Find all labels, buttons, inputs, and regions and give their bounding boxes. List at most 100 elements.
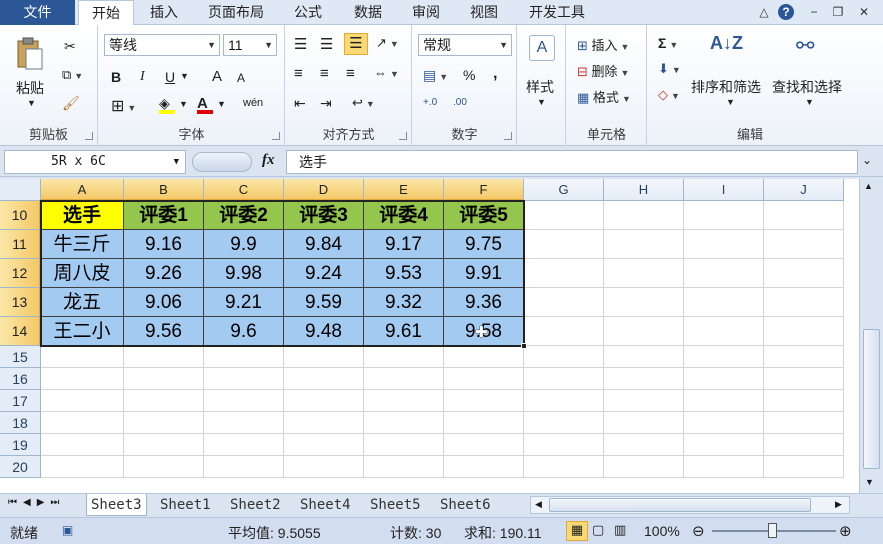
increase-decimal-icon[interactable]: +.0 <box>423 97 437 108</box>
empty-cell[interactable] <box>604 317 684 346</box>
empty-cell[interactable] <box>284 434 364 456</box>
shrink-font-button[interactable]: A <box>237 71 245 85</box>
restore-icon[interactable]: ❐ <box>830 4 846 20</box>
score-cell[interactable]: 9.59 <box>284 288 364 317</box>
empty-cell[interactable] <box>604 390 684 412</box>
styles-icon[interactable]: A <box>529 35 555 61</box>
column-header-h[interactable]: H <box>604 179 684 201</box>
chevron-down-icon[interactable]: ▼ <box>264 35 273 55</box>
empty-cell[interactable] <box>41 390 124 412</box>
tab-page-layout[interactable]: 页面布局 <box>196 0 276 25</box>
empty-cell[interactable] <box>604 456 684 478</box>
tab-formulas[interactable]: 公式 <box>284 0 332 25</box>
empty-cell[interactable] <box>524 259 604 288</box>
empty-cell[interactable] <box>684 346 764 368</box>
sort-filter-icon[interactable]: A↓Z <box>710 33 743 54</box>
format-cells-button[interactable]: ▦ 格式 ▼ <box>577 87 631 106</box>
column-header-i[interactable]: I <box>684 179 764 201</box>
row-header-12[interactable]: 12 <box>0 259 41 288</box>
empty-cell[interactable] <box>444 390 524 412</box>
score-cell[interactable]: 9.53 <box>364 259 444 288</box>
row-header-17[interactable]: 17 <box>0 390 41 412</box>
orientation-icon[interactable]: ↗ ▼ <box>376 35 399 51</box>
sheet-tab-sheet5[interactable]: Sheet5 <box>366 494 425 516</box>
table-header-cell[interactable]: 评委2 <box>204 201 284 230</box>
clear-icon[interactable]: ◇ ▼ <box>658 87 680 103</box>
sheet-tab-sheet2[interactable]: Sheet2 <box>226 494 285 516</box>
empty-cell[interactable] <box>364 412 444 434</box>
empty-cell[interactable] <box>684 456 764 478</box>
table-header-cell[interactable]: 选手 <box>41 201 124 230</box>
score-cell[interactable]: 9.84 <box>284 230 364 259</box>
row-header-15[interactable]: 15 <box>0 346 41 368</box>
fill-handle[interactable] <box>521 343 527 349</box>
empty-cell[interactable] <box>684 259 764 288</box>
empty-cell[interactable] <box>684 434 764 456</box>
empty-cell[interactable] <box>524 288 604 317</box>
column-header-g[interactable]: G <box>524 179 604 201</box>
borders-icon[interactable]: ⊞ ▼ <box>111 96 136 116</box>
empty-cell[interactable] <box>764 456 844 478</box>
empty-cell[interactable] <box>124 456 204 478</box>
empty-cell[interactable] <box>524 456 604 478</box>
delete-cells-button[interactable]: ⊟ 删除 ▼ <box>577 61 629 80</box>
percent-button[interactable]: % <box>463 67 475 83</box>
paste-label[interactable]: 粘贴 <box>16 78 44 98</box>
empty-cell[interactable] <box>124 412 204 434</box>
chevron-down-icon[interactable]: ▼ <box>499 35 508 55</box>
empty-cell[interactable] <box>524 317 604 346</box>
find-select-label[interactable]: 查找和选择 <box>772 77 842 97</box>
empty-cell[interactable] <box>204 456 284 478</box>
zoom-slider-handle[interactable] <box>768 523 777 538</box>
empty-cell[interactable] <box>41 346 124 368</box>
empty-cell[interactable] <box>364 346 444 368</box>
empty-cell[interactable] <box>764 346 844 368</box>
empty-cell[interactable] <box>764 368 844 390</box>
wrap-text-icon[interactable]: ↩ ▼ <box>352 95 375 111</box>
styles-dropdown-icon[interactable]: ▼ <box>537 97 546 107</box>
empty-cell[interactable] <box>444 412 524 434</box>
score-cell[interactable]: 9.17 <box>364 230 444 259</box>
worksheet-grid[interactable]: A B C D E F G H I J 10 11 12 13 14 15 16 17 18 19 20 选手 评委1 评委2… <box>0 179 859 493</box>
table-header-cell[interactable]: 评委4 <box>364 201 444 230</box>
empty-cell[interactable] <box>284 412 364 434</box>
empty-cell[interactable] <box>764 288 844 317</box>
phonetic-icon[interactable]: wén <box>243 97 263 109</box>
empty-cell[interactable] <box>524 412 604 434</box>
empty-cell[interactable] <box>41 368 124 390</box>
insert-function-icon[interactable]: fx <box>262 152 275 169</box>
empty-cell[interactable] <box>124 346 204 368</box>
tab-file[interactable]: 文件 <box>0 0 75 25</box>
zoom-out-icon[interactable]: ⊖ <box>692 522 705 540</box>
paste-icon[interactable] <box>16 37 44 76</box>
minimize-ribbon-icon[interactable]: △ <box>756 4 772 20</box>
page-layout-view-icon[interactable]: ▢ <box>592 522 604 538</box>
row-header-19[interactable]: 19 <box>0 434 41 456</box>
empty-cell[interactable] <box>604 201 684 230</box>
empty-cell[interactable] <box>444 434 524 456</box>
tab-developer[interactable]: 开发工具 <box>518 0 596 25</box>
empty-cell[interactable] <box>684 368 764 390</box>
sheet-tab-sheet3[interactable]: Sheet3 <box>86 494 147 516</box>
score-cell[interactable]: 9.32 <box>364 288 444 317</box>
empty-cell[interactable] <box>444 368 524 390</box>
empty-cell[interactable] <box>284 368 364 390</box>
autosum-button[interactable]: Σ ▼ <box>658 35 678 51</box>
empty-cell[interactable] <box>764 412 844 434</box>
scroll-down-icon[interactable]: ▼ <box>865 477 874 487</box>
column-header-d[interactable]: D <box>284 179 364 201</box>
underline-button[interactable]: U <box>165 69 175 85</box>
score-cell[interactable]: 9.21 <box>204 288 284 317</box>
empty-cell[interactable] <box>684 288 764 317</box>
comma-button[interactable]: , <box>493 65 497 83</box>
score-cell[interactable]: 9.9 <box>204 230 284 259</box>
tab-insert[interactable]: 插入 <box>140 0 188 25</box>
empty-cell[interactable] <box>524 434 604 456</box>
clipboard-launcher-icon[interactable] <box>85 132 93 140</box>
tab-data[interactable]: 数据 <box>344 0 392 25</box>
contestant-name-cell[interactable]: 周八皮 <box>41 259 124 288</box>
empty-cell[interactable] <box>204 412 284 434</box>
currency-icon[interactable]: ▤ ▼ <box>423 67 448 84</box>
fill-color-icon[interactable]: ◈ <box>159 95 175 114</box>
table-header-cell[interactable]: 评委1 <box>124 201 204 230</box>
